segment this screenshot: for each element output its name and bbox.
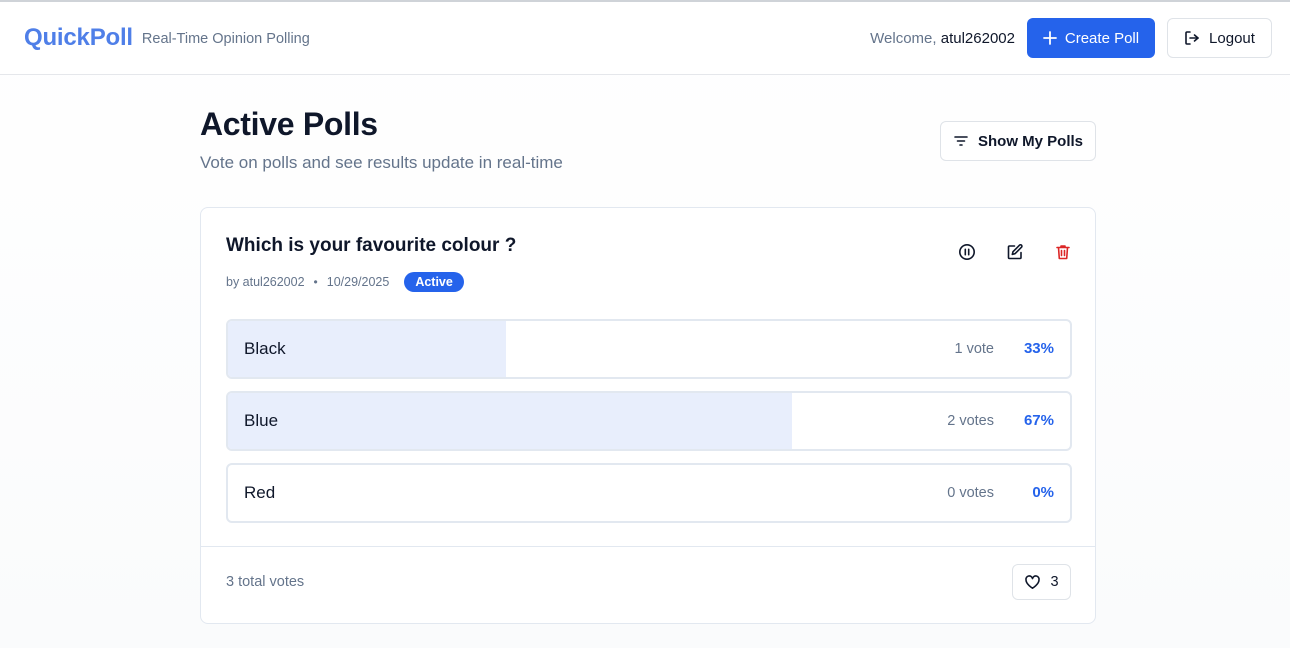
plus-icon [1042,31,1057,45]
status-badge: Active [404,272,464,292]
create-poll-button[interactable]: Create Poll [1027,18,1155,58]
welcome-prefix: Welcome, [870,29,937,47]
poll-card: Which is your favourite colour ? by atul… [200,207,1096,624]
page-subtitle: Vote on polls and see results update in … [200,153,563,172]
option-label: Red [244,483,276,502]
poll-meta: by atul262002 • 10/29/2025 Active [226,272,464,292]
option-vote-count: 0 votes [947,485,994,501]
filter-icon [953,133,969,149]
delete-poll-button[interactable] [1047,240,1079,264]
option-label: Black [244,339,286,358]
edit-icon [1006,243,1024,261]
trash-icon [1054,243,1072,261]
total-votes: 3 total votes [226,574,305,590]
like-count: 3 [1050,574,1059,590]
edit-poll-button[interactable] [999,240,1031,264]
card-divider [201,546,1095,547]
logout-label: Logout [1209,29,1255,47]
show-my-polls-button[interactable]: Show My Polls [940,121,1096,161]
poll-actions [951,240,1079,264]
username: atul262002 [940,29,1015,47]
brand-tagline: Real-Time Opinion Polling [141,31,310,47]
logout-button[interactable]: Logout [1167,18,1272,58]
poll-option[interactable]: Red 0 votes 0% [226,463,1072,523]
poll-option[interactable]: Black 1 vote 33% [226,319,1072,379]
meta-separator: • [313,275,318,289]
pause-poll-button[interactable] [951,240,983,264]
like-button[interactable]: 3 [1012,564,1071,600]
show-my-polls-label: Show My Polls [977,132,1083,150]
brand-logo[interactable]: QuickPoll [24,24,133,52]
poll-option[interactable]: Blue 2 votes 67% [226,391,1072,451]
create-poll-label: Create Poll [1064,29,1140,47]
poll-date: 10/29/2025 [326,275,390,289]
option-percent: 0% [1032,484,1054,501]
option-vote-count: 1 vote [954,341,995,357]
poll-author: by atul262002 [226,275,305,289]
logout-icon [1184,30,1200,46]
poll-question: Which is your favourite colour ? [226,235,517,256]
option-percent: 67% [1023,412,1054,429]
option-percent: 33% [1023,340,1054,357]
welcome-text: Welcome, atul262002 [870,30,1015,47]
option-label: Blue [244,411,279,430]
pause-icon [958,243,976,261]
top-nav: QuickPoll Real-Time Opinion Polling Welc… [0,2,1290,75]
page-title: Active Polls [200,106,378,142]
option-vote-count: 2 votes [947,413,994,429]
heart-icon [1024,574,1041,590]
vote-share-bar [228,393,793,449]
